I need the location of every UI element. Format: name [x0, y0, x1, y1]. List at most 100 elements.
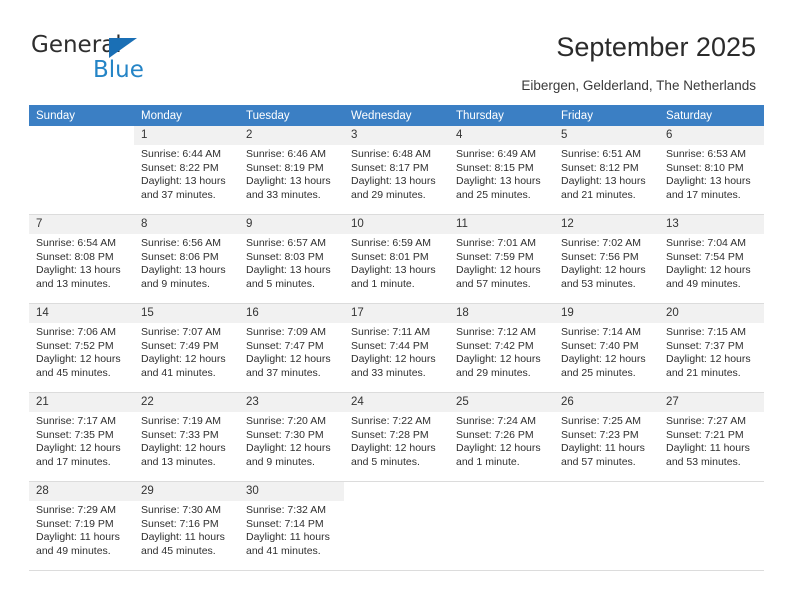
day-sunset-text: Sunset: 7:21 PM	[666, 428, 744, 441]
calendar-day-cell[interactable]: 5 Sunrise: 6:51 AM Sunset: 8:12 PM Daylight…	[554, 126, 659, 215]
calendar-day-cell[interactable]: 8 Sunrise: 6:56 AM Sunset: 8:06 PM Daylight…	[134, 214, 239, 304]
weekday-header-thursday: Thursday	[449, 105, 554, 126]
calendar-day-cell[interactable]: 25 Sunrise: 7:24 AM Sunset: 7:26 PM Dayligh…	[449, 392, 554, 482]
day-sunset-text: Sunset: 7:52 PM	[36, 339, 114, 352]
day-sunrise-text: Sunrise: 6:44 AM	[141, 148, 221, 160]
calendar-day-cell[interactable]: 24 Sunrise: 7:22 AM Sunset: 7:28 PM Dayligh…	[344, 392, 449, 482]
day-sunset-text: Sunset: 8:22 PM	[141, 161, 219, 174]
day-sunset-text: Sunset: 7:26 PM	[456, 428, 534, 441]
logo-text-blue: Blue	[93, 57, 144, 83]
calendar-week-row: 1 Sunrise: 6:44 AM Sunset: 8:22 PM Daylight…	[29, 126, 764, 215]
day-sunset-text: Sunset: 8:06 PM	[141, 250, 219, 263]
day-details: Sunrise: 7:29 AM Sunset: 7:19 PM Daylight:…	[29, 501, 134, 558]
weekday-header-wednesday: Wednesday	[344, 105, 449, 126]
day-daylight1-text: Daylight: 12 hours	[36, 353, 121, 366]
calendar-day-cell[interactable]: 1 Sunrise: 6:44 AM Sunset: 8:22 PM Daylight…	[134, 126, 239, 215]
day-daylight1-text: Daylight: 12 hours	[561, 264, 646, 277]
day-sunset-text: Sunset: 7:19 PM	[36, 517, 114, 530]
calendar-day-cell[interactable]: 9 Sunrise: 6:57 AM Sunset: 8:03 PM Daylight…	[239, 214, 344, 304]
calendar-day-cell[interactable]: 13 Sunrise: 7:04 AM Sunset: 7:54 PM Dayligh…	[659, 214, 764, 304]
calendar-cell-empty	[344, 481, 449, 571]
day-sunrise-text: Sunrise: 7:22 AM	[351, 415, 431, 427]
weekday-header-friday: Friday	[554, 105, 659, 126]
day-sunset-text: Sunset: 7:47 PM	[246, 339, 324, 352]
day-sunrise-text: Sunrise: 7:20 AM	[246, 415, 326, 427]
calendar-day-cell[interactable]: 12 Sunrise: 7:02 AM Sunset: 7:56 PM Dayligh…	[554, 214, 659, 304]
calendar-day-cell[interactable]: 22 Sunrise: 7:19 AM Sunset: 7:33 PM Dayligh…	[134, 392, 239, 482]
day-daylight2-text: and 41 minutes.	[141, 366, 216, 379]
day-daylight1-text: Daylight: 12 hours	[351, 353, 436, 366]
day-daylight1-text: Daylight: 11 hours	[246, 531, 330, 544]
day-details: Sunrise: 7:09 AM Sunset: 7:47 PM Daylight:…	[239, 323, 344, 380]
day-number: 30	[239, 482, 344, 501]
day-details: Sunrise: 7:32 AM Sunset: 7:14 PM Daylight:…	[239, 501, 344, 558]
calendar-day-cell[interactable]: 11 Sunrise: 7:01 AM Sunset: 7:59 PM Dayligh…	[449, 214, 554, 304]
day-sunrise-text: Sunrise: 7:02 AM	[561, 237, 641, 249]
calendar-week-row: 7 Sunrise: 6:54 AM Sunset: 8:08 PM Daylight…	[29, 214, 764, 304]
calendar-day-cell[interactable]: 28 Sunrise: 7:29 AM Sunset: 7:19 PM Dayligh…	[29, 481, 134, 571]
day-daylight2-text: and 13 minutes.	[141, 455, 216, 468]
day-daylight1-text: Daylight: 13 hours	[351, 175, 436, 188]
day-daylight2-text: and 5 minutes.	[351, 455, 420, 468]
day-number: 5	[554, 126, 659, 145]
calendar-day-cell[interactable]: 7 Sunrise: 6:54 AM Sunset: 8:08 PM Daylight…	[29, 214, 134, 304]
calendar-day-cell[interactable]: 3 Sunrise: 6:48 AM Sunset: 8:17 PM Daylight…	[344, 126, 449, 215]
day-daylight1-text: Daylight: 13 hours	[36, 264, 121, 277]
day-daylight1-text: Daylight: 12 hours	[351, 442, 436, 455]
day-details: Sunrise: 7:15 AM Sunset: 7:37 PM Daylight:…	[659, 323, 764, 380]
calendar-day-cell[interactable]: 29 Sunrise: 7:30 AM Sunset: 7:16 PM Dayligh…	[134, 481, 239, 571]
day-details: Sunrise: 7:22 AM Sunset: 7:28 PM Daylight:…	[344, 412, 449, 469]
day-number: 20	[659, 304, 764, 323]
day-daylight1-text: Daylight: 12 hours	[141, 353, 226, 366]
day-daylight1-text: Daylight: 12 hours	[456, 264, 541, 277]
day-daylight2-text: and 13 minutes.	[36, 277, 111, 290]
page-header: General Blue September 2025 Eibergen, Ge…	[0, 0, 792, 100]
day-number: 16	[239, 304, 344, 323]
day-number: 13	[659, 215, 764, 234]
calendar-day-cell[interactable]: 10 Sunrise: 6:59 AM Sunset: 8:01 PM Dayligh…	[344, 214, 449, 304]
calendar-week-row: 28 Sunrise: 7:29 AM Sunset: 7:19 PM Dayligh…	[29, 481, 764, 571]
day-daylight1-text: Daylight: 11 hours	[561, 442, 645, 455]
day-details: Sunrise: 6:59 AM Sunset: 8:01 PM Daylight:…	[344, 234, 449, 291]
day-daylight1-text: Daylight: 12 hours	[666, 264, 751, 277]
day-daylight2-text: and 53 minutes.	[561, 277, 636, 290]
day-details: Sunrise: 6:57 AM Sunset: 8:03 PM Daylight:…	[239, 234, 344, 291]
day-sunset-text: Sunset: 7:23 PM	[561, 428, 639, 441]
day-details: Sunrise: 6:53 AM Sunset: 8:10 PM Daylight:…	[659, 145, 764, 202]
day-daylight2-text: and 29 minutes.	[351, 188, 426, 201]
calendar-day-cell[interactable]: 4 Sunrise: 6:49 AM Sunset: 8:15 PM Daylight…	[449, 126, 554, 215]
day-daylight2-text: and 1 minute.	[351, 277, 415, 290]
day-details: Sunrise: 7:04 AM Sunset: 7:54 PM Daylight:…	[659, 234, 764, 291]
calendar-day-cell[interactable]: 23 Sunrise: 7:20 AM Sunset: 7:30 PM Dayligh…	[239, 392, 344, 482]
calendar-day-cell[interactable]: 17 Sunrise: 7:11 AM Sunset: 7:44 PM Dayligh…	[344, 303, 449, 393]
calendar-day-cell[interactable]: 6 Sunrise: 6:53 AM Sunset: 8:10 PM Daylight…	[659, 126, 764, 215]
calendar-day-cell[interactable]: 15 Sunrise: 7:07 AM Sunset: 7:49 PM Dayligh…	[134, 303, 239, 393]
day-number: 18	[449, 304, 554, 323]
generalblue-logo[interactable]: General Blue	[31, 32, 166, 84]
day-sunrise-text: Sunrise: 6:46 AM	[246, 148, 326, 160]
day-daylight1-text: Daylight: 13 hours	[666, 175, 751, 188]
day-details: Sunrise: 7:19 AM Sunset: 7:33 PM Daylight:…	[134, 412, 239, 469]
calendar-day-cell[interactable]: 20 Sunrise: 7:15 AM Sunset: 7:37 PM Dayligh…	[659, 303, 764, 393]
calendar-day-cell[interactable]: 19 Sunrise: 7:14 AM Sunset: 7:40 PM Dayligh…	[554, 303, 659, 393]
day-details: Sunrise: 7:27 AM Sunset: 7:21 PM Daylight:…	[659, 412, 764, 469]
day-daylight2-text: and 57 minutes.	[561, 455, 636, 468]
calendar-day-cell[interactable]: 27 Sunrise: 7:27 AM Sunset: 7:21 PM Dayligh…	[659, 392, 764, 482]
day-number: 3	[344, 126, 449, 145]
calendar-day-cell[interactable]: 16 Sunrise: 7:09 AM Sunset: 7:47 PM Dayligh…	[239, 303, 344, 393]
day-sunrise-text: Sunrise: 7:24 AM	[456, 415, 536, 427]
calendar-header-row: Sunday Monday Tuesday Wednesday Thursday…	[29, 105, 764, 126]
calendar-day-cell[interactable]: 26 Sunrise: 7:25 AM Sunset: 7:23 PM Dayligh…	[554, 392, 659, 482]
day-daylight1-text: Daylight: 11 hours	[666, 442, 750, 455]
calendar-day-cell[interactable]: 2 Sunrise: 6:46 AM Sunset: 8:19 PM Daylight…	[239, 126, 344, 215]
page-title: September 2025	[556, 32, 756, 62]
day-number: 7	[29, 215, 134, 234]
calendar-day-cell[interactable]: 30 Sunrise: 7:32 AM Sunset: 7:14 PM Dayligh…	[239, 481, 344, 571]
day-sunset-text: Sunset: 7:30 PM	[246, 428, 324, 441]
calendar-day-cell[interactable]: 18 Sunrise: 7:12 AM Sunset: 7:42 PM Dayligh…	[449, 303, 554, 393]
calendar-day-cell[interactable]: 21 Sunrise: 7:17 AM Sunset: 7:35 PM Dayligh…	[29, 392, 134, 482]
day-sunrise-text: Sunrise: 7:06 AM	[36, 326, 116, 338]
calendar-day-cell[interactable]: 14 Sunrise: 7:06 AM Sunset: 7:52 PM Dayligh…	[29, 303, 134, 393]
day-sunrise-text: Sunrise: 7:07 AM	[141, 326, 221, 338]
sunrise-sunset-calendar: Sunday Monday Tuesday Wednesday Thursday…	[29, 105, 764, 571]
